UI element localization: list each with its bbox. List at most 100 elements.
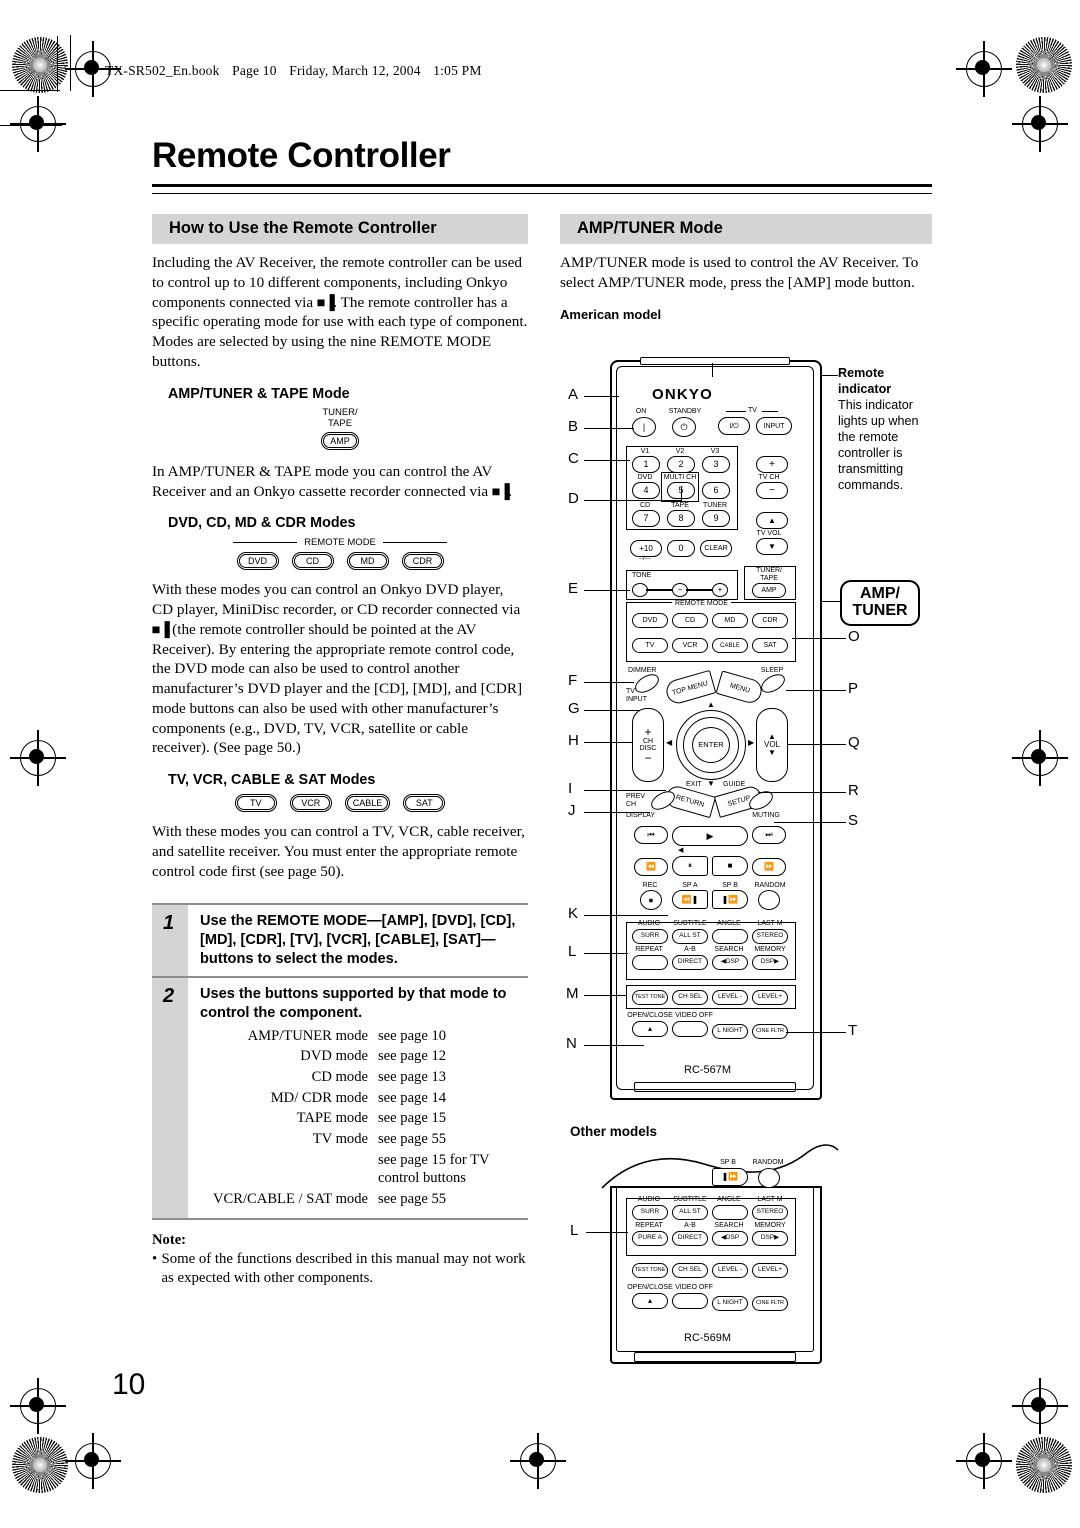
remote-key-cd[interactable]: CD xyxy=(672,613,708,628)
key-num-8[interactable]: 8 xyxy=(667,510,695,527)
remote-key-dvd[interactable]: DVD xyxy=(632,613,668,628)
key-num-2[interactable]: 2 xyxy=(667,456,695,473)
other-key-dsp-left[interactable]: ◀DSP xyxy=(712,1231,748,1246)
mode-button-dvd[interactable]: DVD xyxy=(236,552,279,571)
mode-name: DVD mode xyxy=(300,1048,368,1065)
key-clear[interactable]: CLEAR xyxy=(700,540,732,557)
remote-key-md[interactable]: MD xyxy=(712,613,748,628)
other-key-all-st[interactable]: ALL ST xyxy=(672,1205,708,1220)
key-num-1[interactable]: 1 xyxy=(632,456,660,473)
key-standby[interactable]: ⏻ xyxy=(672,417,696,437)
key-pause[interactable]: ⏸ xyxy=(672,856,708,876)
key-sp-a[interactable]: ⏪❚ xyxy=(672,890,708,909)
title-rule xyxy=(152,184,932,194)
mode-button-sat[interactable]: SAT xyxy=(403,794,446,812)
other-key-stereo[interactable]: STEREO xyxy=(752,1205,788,1220)
key-stop[interactable]: ■ xyxy=(712,856,748,876)
other-key-label-random: RANDOM xyxy=(752,1159,784,1166)
key-late-night[interactable]: L NIGHT xyxy=(712,1024,748,1039)
other-key-label-video-off: VIDEO OFF xyxy=(675,1284,713,1291)
key-tv-ch-up[interactable]: + xyxy=(756,456,788,473)
other-key-label-search: SEARCH xyxy=(714,1222,744,1229)
other-key-test-tone[interactable]: TEST TONE xyxy=(632,1263,668,1278)
key-repeat[interactable] xyxy=(632,955,668,970)
key-num-9[interactable]: 9 xyxy=(702,510,730,527)
tone-connector-2 xyxy=(686,589,712,591)
remote-key-sat[interactable]: SAT xyxy=(752,638,788,653)
key-next-track[interactable]: ⏭ xyxy=(752,826,786,844)
key-tv-vol-up[interactable]: ▲ xyxy=(756,512,788,529)
remote-key-cdr[interactable]: CDR xyxy=(752,613,788,628)
mode-button-cdr[interactable]: CDR xyxy=(401,552,444,571)
key-stereo[interactable]: STEREO xyxy=(752,929,788,944)
key-num-3[interactable]: 3 xyxy=(702,456,730,473)
table-row: VCR/CABLE / SAT mode see page 55 xyxy=(200,1189,528,1210)
key-tv-input[interactable]: INPUT xyxy=(756,417,792,435)
key-fast-forward[interactable]: ⏩ xyxy=(752,858,786,876)
key-rec[interactable]: ● xyxy=(640,890,662,910)
remote-indicator-led-line xyxy=(712,363,713,377)
table-row: TAPE mode see page 15 xyxy=(200,1108,528,1129)
key-amp[interactable]: AMP xyxy=(752,583,786,598)
other-key-open-close[interactable]: ▴ xyxy=(632,1293,668,1309)
key-tone-plus[interactable]: + xyxy=(712,583,728,597)
mode-button-vcr[interactable]: VCR xyxy=(289,794,332,812)
key-on[interactable]: | xyxy=(632,417,656,437)
other-key-dsp-right[interactable]: DSP▶ xyxy=(752,1231,788,1246)
key-ch-sel[interactable]: CH SEL xyxy=(672,990,708,1005)
key-all-st[interactable]: ALL ST xyxy=(672,929,708,944)
other-key-random[interactable] xyxy=(758,1168,780,1188)
key-dsp-right[interactable]: DSP▶ xyxy=(752,955,788,970)
key-video-off[interactable] xyxy=(672,1021,708,1037)
key-play[interactable]: ▶ xyxy=(672,826,748,846)
key-prev-track[interactable]: ⏮ xyxy=(634,826,668,844)
key-num-4[interactable]: 4 xyxy=(632,482,660,499)
other-key-angle[interactable] xyxy=(712,1205,748,1220)
other-key-level-minus[interactable]: LEVEL - xyxy=(712,1263,748,1278)
key-tv-ch-down[interactable]: − xyxy=(756,482,788,499)
remote-key-tv[interactable]: TV xyxy=(632,638,668,653)
remote-key-cable[interactable]: CABLE xyxy=(712,638,748,653)
other-key-surr[interactable]: SURR xyxy=(632,1205,668,1220)
other-key-level-plus[interactable]: LEVEL+ xyxy=(752,1263,788,1278)
key-cine-filter[interactable]: CINE FLTR xyxy=(752,1024,788,1039)
key-dsp-left[interactable]: ◀DSP xyxy=(712,955,748,970)
key-num-0[interactable]: 0 xyxy=(667,540,695,557)
other-key-video-off[interactable] xyxy=(672,1293,708,1309)
transport-left-arrow-icon: ◀ xyxy=(678,847,684,854)
key-plus10[interactable]: +10 xyxy=(630,540,662,557)
key-num-7[interactable]: 7 xyxy=(632,510,660,527)
other-key-sp-b[interactable]: ❚⏩ xyxy=(712,1168,748,1186)
mode-button-cd[interactable]: CD xyxy=(291,552,334,571)
mode-button-tv[interactable]: TV xyxy=(234,794,277,812)
key-ch-disc[interactable]: + CH DISC − xyxy=(632,708,664,782)
registration-dot-bottom-right xyxy=(975,1452,990,1467)
key-random[interactable] xyxy=(758,890,780,910)
other-key-pure-a[interactable]: PURE A xyxy=(632,1231,668,1246)
remote-mode-rule-right xyxy=(382,542,447,544)
mode-button-md[interactable]: MD xyxy=(346,552,389,571)
other-key-cine-filter[interactable]: CINE FLTR xyxy=(752,1296,788,1311)
key-tv-power[interactable]: I/⏻ xyxy=(718,417,750,435)
key-vol[interactable]: ▲ VOL ▼ xyxy=(756,708,788,782)
key-level-plus[interactable]: LEVEL+ xyxy=(752,990,788,1005)
key-surr[interactable]: SURR xyxy=(632,929,668,944)
key-num-6[interactable]: 6 xyxy=(702,482,730,499)
mode-button-cd-label: CD xyxy=(293,554,332,569)
other-key-ch-sel[interactable]: CH SEL xyxy=(672,1263,708,1278)
other-key-late-night[interactable]: L NIGHT xyxy=(712,1296,748,1311)
key-sp-b[interactable]: ❚⏩ xyxy=(712,890,748,909)
mode-ref: see page 14 xyxy=(378,1089,447,1106)
mode-button-cable[interactable]: CABLE xyxy=(344,794,391,812)
other-key-direct[interactable]: DIRECT xyxy=(672,1231,708,1246)
remote-key-vcr[interactable]: VCR xyxy=(672,638,708,653)
key-tv-vol-down[interactable]: ▼ xyxy=(756,538,788,555)
key-direct[interactable]: DIRECT xyxy=(672,955,708,970)
key-rewind[interactable]: ⏪ xyxy=(634,858,668,876)
key-open-close[interactable]: ▴ xyxy=(632,1021,668,1037)
amp-mode-button[interactable]: AMP xyxy=(321,431,359,450)
key-enter[interactable]: ENTER xyxy=(692,727,730,763)
key-test-tone[interactable]: TEST TONE xyxy=(632,990,668,1005)
key-angle[interactable] xyxy=(712,929,748,944)
key-level-minus[interactable]: LEVEL - xyxy=(712,990,748,1005)
